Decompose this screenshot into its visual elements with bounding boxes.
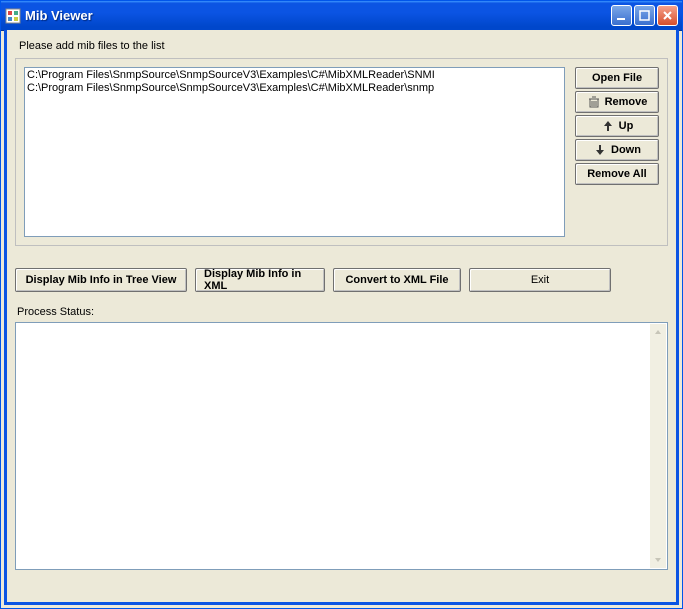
titlebar: Mib Viewer	[1, 1, 682, 31]
convert-xml-button[interactable]: Convert to XML File	[333, 268, 461, 292]
list-item[interactable]: C:\Program Files\SnmpSource\SnmpSourceV3…	[27, 82, 562, 95]
up-button[interactable]: Up	[575, 115, 659, 137]
scrollbar[interactable]	[650, 324, 666, 568]
app-window: Mib Viewer Please add mib files to the l…	[0, 0, 683, 609]
close-button[interactable]	[657, 5, 678, 26]
scroll-up-icon[interactable]	[650, 324, 666, 340]
status-output[interactable]	[15, 322, 668, 570]
status-label: Process Status:	[17, 306, 668, 318]
remove-all-button[interactable]: Remove All	[575, 163, 659, 185]
status-output-wrap	[15, 322, 668, 570]
display-tree-view-button[interactable]: Display Mib Info in Tree View	[15, 268, 187, 292]
down-button[interactable]: Down	[575, 139, 659, 161]
list-item[interactable]: C:\Program Files\SnmpSource\SnmpSourceV3…	[27, 69, 562, 82]
open-file-button[interactable]: Open File	[575, 67, 659, 89]
instruction-label: Please add mib files to the list	[19, 40, 668, 52]
maximize-button[interactable]	[634, 5, 655, 26]
client-area: Please add mib files to the list C:\Prog…	[4, 30, 679, 605]
file-group: C:\Program Files\SnmpSource\SnmpSourceV3…	[15, 58, 668, 246]
arrow-up-icon	[601, 119, 615, 133]
window-title: Mib Viewer	[25, 8, 611, 23]
side-buttons: Open File Remove Up	[575, 67, 659, 237]
trash-icon	[587, 95, 601, 109]
action-buttons-row: Display Mib Info in Tree View Display Mi…	[15, 268, 668, 292]
arrow-down-icon	[593, 143, 607, 157]
minimize-button[interactable]	[611, 5, 632, 26]
app-icon	[5, 8, 21, 24]
scroll-down-icon[interactable]	[650, 552, 666, 568]
remove-button[interactable]: Remove	[575, 91, 659, 113]
file-listbox[interactable]: C:\Program Files\SnmpSource\SnmpSourceV3…	[24, 67, 565, 237]
display-xml-button[interactable]: Display Mib Info in XML	[195, 268, 325, 292]
window-controls	[611, 5, 678, 26]
exit-button[interactable]: Exit	[469, 268, 611, 292]
